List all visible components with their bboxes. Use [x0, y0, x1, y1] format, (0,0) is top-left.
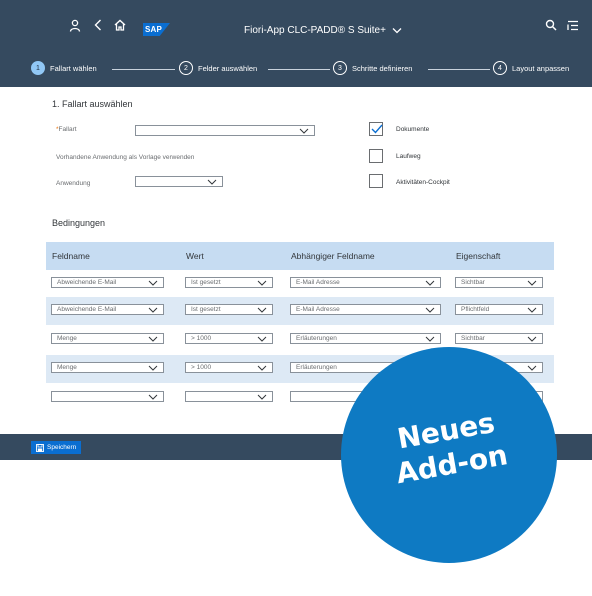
chevron-down-icon — [148, 336, 158, 342]
wert-select[interactable] — [185, 391, 273, 402]
select-value: E-Mail Adresse — [296, 279, 340, 286]
step-label: Fallart wählen — [50, 63, 97, 73]
chevron-down-icon — [299, 128, 309, 134]
back-icon[interactable] — [90, 17, 106, 33]
chevron-down-icon — [257, 394, 267, 400]
step-label: Layout anpassen — [512, 63, 570, 73]
wizard-progress: 1 Fallart wählen 2 Felder auswählen 3 Sc… — [0, 49, 592, 87]
chevron-down-icon — [425, 307, 435, 313]
step-label: Felder auswählen — [198, 63, 258, 73]
step-number: 3 — [333, 61, 347, 75]
select-value: Erläuterungen — [296, 335, 337, 342]
checkmark-icon — [371, 124, 383, 134]
laufweg-label: Laufweg — [396, 153, 421, 160]
fallart-select[interactable] — [135, 125, 315, 136]
step-number: 2 — [179, 61, 193, 75]
chevron-down-icon — [257, 307, 267, 313]
dokumente-label: Dokumente — [396, 126, 430, 133]
chevron-down-icon — [527, 336, 537, 342]
chevron-down-icon — [425, 280, 435, 286]
chevron-down-icon — [148, 365, 158, 371]
laufweg-checkbox[interactable] — [369, 149, 383, 163]
abhaengiger-feldname-select[interactable]: Erläuterungen — [290, 333, 441, 344]
select-value: > 1000 — [191, 335, 212, 342]
app-title: Fiori-App CLC-PADD® S Suite+ — [244, 25, 386, 36]
select-value: Abweichende E-Mail — [57, 279, 117, 286]
chevron-down-icon — [207, 179, 217, 185]
aktivitaeten-cockpit-label: Aktivitäten-Cockpit — [396, 179, 450, 186]
feldname-select[interactable]: Abweichende E-Mail — [51, 277, 164, 288]
abhaengiger-feldname-select[interactable]: E-Mail Adresse — [290, 277, 441, 288]
select-value: Ist gesetzt — [191, 306, 221, 313]
feldname-select[interactable] — [51, 391, 164, 402]
template-hint: Vorhandene Anwendung als Vorlage verwend… — [56, 154, 195, 161]
column-header-feldname: Feldname — [52, 251, 90, 261]
save-icon — [36, 443, 44, 452]
wizard-step-3[interactable]: 3 Schritte definieren — [333, 61, 412, 75]
select-value: Sichtbar — [461, 279, 485, 286]
search-icon[interactable] — [543, 17, 559, 33]
step-number: 1 — [31, 61, 45, 75]
wert-select[interactable]: Ist gesetzt — [185, 277, 273, 288]
select-value: Abweichende E-Mail — [57, 306, 117, 313]
select-value: Menge — [57, 335, 77, 342]
chevron-down-icon — [257, 336, 267, 342]
wizard-step-4[interactable]: 4 Layout anpassen — [493, 61, 569, 75]
select-value: Erläuterungen — [296, 364, 337, 371]
chevron-down-icon — [148, 394, 158, 400]
chevron-down-icon — [425, 336, 435, 342]
section-title: 1. Fallart auswählen — [52, 99, 133, 109]
chevron-down-icon — [257, 280, 267, 286]
select-value: > 1000 — [191, 364, 212, 371]
anwendung-label: Anwendung — [56, 180, 91, 187]
app-title-menu[interactable]: Fiori-App CLC-PADD® S Suite+ — [244, 25, 402, 36]
abhaengiger-feldname-select[interactable]: E-Mail Adresse — [290, 304, 441, 315]
aktivitaeten-cockpit-checkbox[interactable] — [369, 174, 383, 188]
sap-logo[interactable]: SAP — [143, 23, 170, 36]
column-header-abhaengiger-feldname: Abhängiger Feldname — [291, 251, 375, 261]
shell-bar: SAP Fiori-App CLC-PADD® S Suite+ — [0, 0, 592, 49]
fallart-label: *Fallart — [56, 126, 77, 133]
chevron-down-icon — [527, 365, 537, 371]
dokumente-checkbox[interactable] — [369, 122, 383, 136]
feldname-select[interactable]: Menge — [51, 333, 164, 344]
chevron-down-icon — [392, 28, 402, 34]
chevron-down-icon — [148, 307, 158, 313]
column-header-wert: Wert — [186, 251, 204, 261]
select-value: Ist gesetzt — [191, 279, 221, 286]
save-button-label: Speichern — [47, 444, 77, 451]
wizard-step-1[interactable]: 1 Fallart wählen — [31, 61, 97, 75]
save-button[interactable]: Speichern — [31, 441, 82, 454]
home-icon[interactable] — [112, 17, 128, 33]
user-icon[interactable] — [67, 17, 83, 33]
step-number: 4 — [493, 61, 507, 75]
wizard-step-2[interactable]: 2 Felder auswählen — [179, 61, 257, 75]
wert-select[interactable]: > 1000 — [185, 362, 273, 373]
step-label: Schritte definieren — [352, 63, 413, 73]
step-connector — [428, 69, 490, 70]
select-value: E-Mail Adresse — [296, 306, 340, 313]
eigenschaft-select[interactable]: Sichtbar — [455, 333, 543, 344]
feldname-select[interactable]: Abweichende E-Mail — [51, 304, 164, 315]
select-value: Menge — [57, 364, 77, 371]
chevron-down-icon — [148, 280, 158, 286]
eigenschaft-select[interactable]: Sichtbar — [455, 277, 543, 288]
conditions-title: Bedingungen — [52, 218, 106, 228]
column-header-eigenschaft: Eigenschaft — [456, 251, 501, 261]
fallart-label-text: Fallart — [58, 126, 77, 133]
select-value: Sichtbar — [461, 335, 485, 342]
wert-select[interactable]: > 1000 — [185, 333, 273, 344]
chevron-down-icon — [527, 280, 537, 286]
chevron-down-icon — [527, 307, 537, 313]
step-connector — [268, 69, 330, 70]
anwendung-select[interactable] — [135, 176, 223, 187]
eigenschaft-select[interactable]: Pflichtfeld — [455, 304, 543, 315]
select-value: Pflichtfeld — [461, 306, 490, 313]
wert-select[interactable]: Ist gesetzt — [185, 304, 273, 315]
feldname-select[interactable]: Menge — [51, 362, 164, 373]
chevron-down-icon — [257, 365, 267, 371]
step-connector — [112, 69, 175, 70]
menu-icon[interactable] — [565, 17, 581, 33]
